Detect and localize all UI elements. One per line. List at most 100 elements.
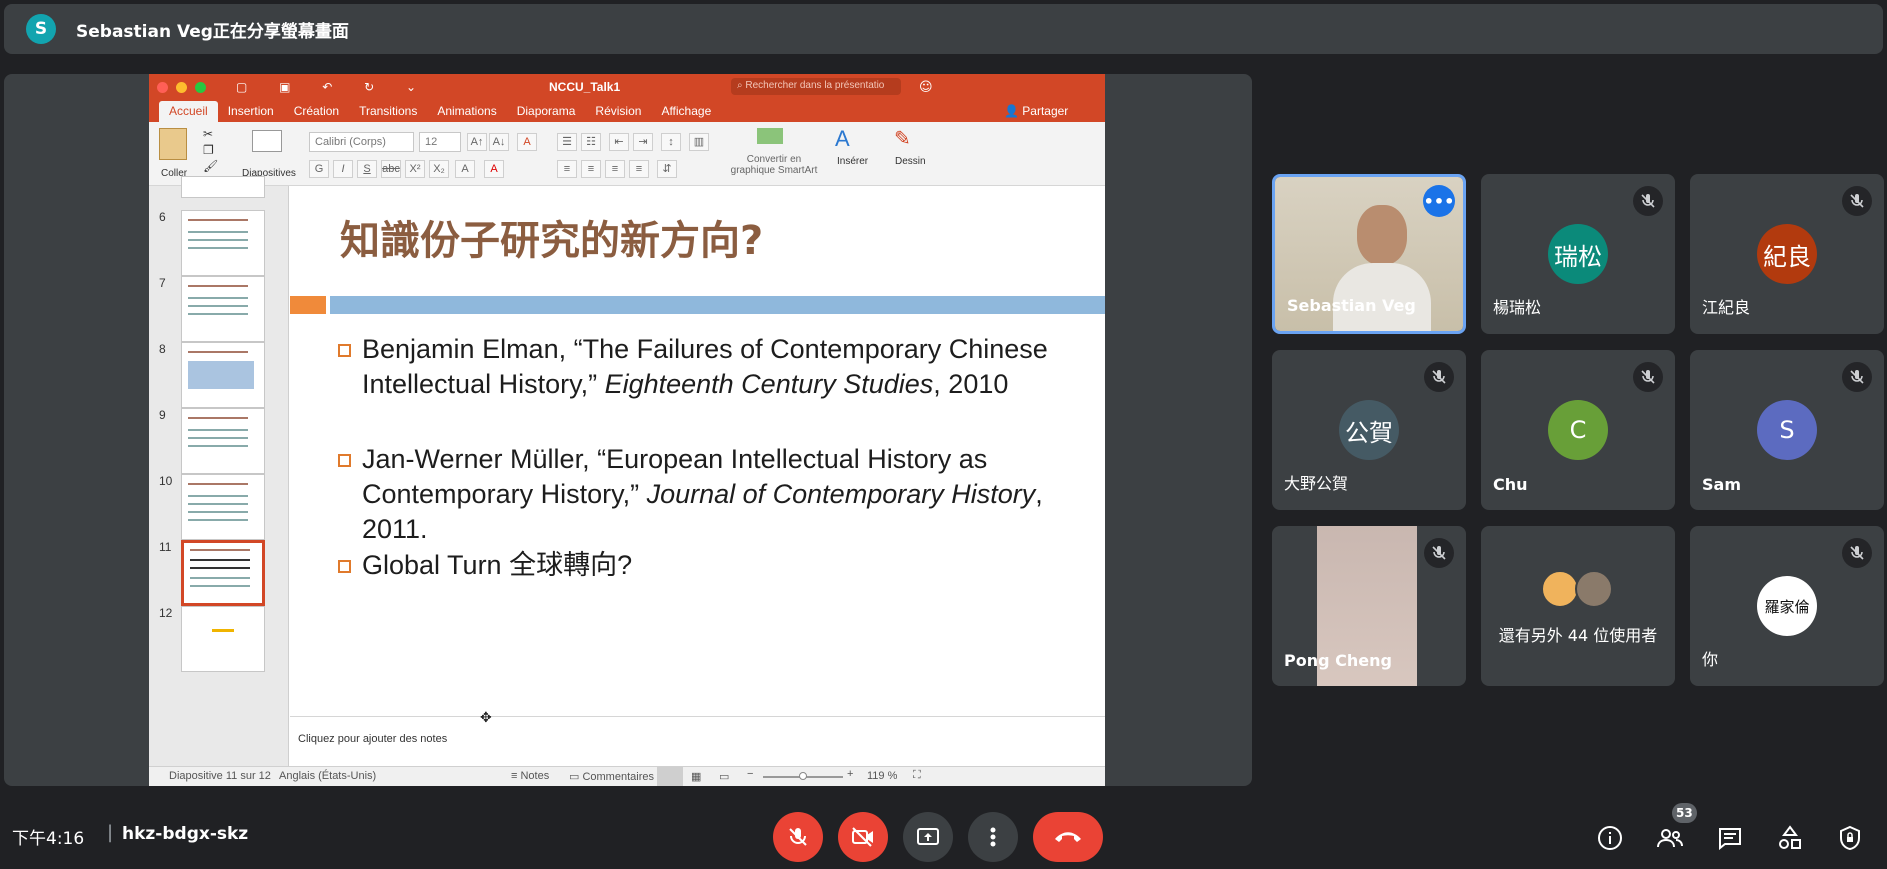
- align-right-icon[interactable]: ≡: [605, 160, 625, 178]
- fit-window-icon[interactable]: ⛶: [913, 769, 921, 782]
- clear-format-icon[interactable]: A: [517, 133, 537, 151]
- draw-pen-icon[interactable]: ✎: [894, 126, 911, 151]
- notes-toggle[interactable]: ≡ Notes: [511, 770, 549, 782]
- zoom-out-icon[interactable]: −: [747, 768, 753, 780]
- slide-thumbnail-6[interactable]: [181, 210, 265, 276]
- participant-tile-pong-cheng[interactable]: Pong Cheng: [1272, 526, 1466, 686]
- more-options-button[interactable]: [968, 812, 1018, 862]
- feedback-smiley-icon[interactable]: ☺: [919, 80, 933, 95]
- normal-view-icon[interactable]: [657, 767, 683, 786]
- present-screen-button[interactable]: [903, 812, 953, 862]
- more-options-icon[interactable]: •••: [1423, 185, 1455, 217]
- font-color-icon[interactable]: A: [484, 160, 504, 178]
- new-slide-icon[interactable]: [252, 130, 282, 152]
- slide-thumbnail-10[interactable]: [181, 474, 265, 540]
- increase-indent-icon[interactable]: ⇥: [633, 133, 653, 151]
- language-indicator[interactable]: Anglais (États-Unis): [279, 770, 376, 782]
- close-window-icon[interactable]: [157, 81, 168, 93]
- font-size-select[interactable]: 12: [419, 132, 461, 152]
- tab-insertion[interactable]: Insertion: [218, 101, 284, 122]
- paste-clipboard-icon[interactable]: [159, 128, 187, 160]
- slide-title-rule: [330, 296, 1105, 314]
- meeting-details-button[interactable]: [1596, 824, 1624, 852]
- comments-toggle[interactable]: ▭ Commentaires: [569, 770, 654, 783]
- mic-off-icon: [1633, 186, 1663, 216]
- slide-thumbnail-5[interactable]: [181, 176, 265, 198]
- notes-pane[interactable]: Cliquez pour ajouter des notes ✥: [290, 709, 1105, 766]
- tab-accueil[interactable]: Accueil: [159, 101, 218, 122]
- host-controls-button[interactable]: [1836, 824, 1864, 852]
- participant-tile[interactable]: C Chu: [1481, 350, 1675, 510]
- mic-toggle-button[interactable]: [773, 812, 823, 862]
- bullet-item: Jan-Werner Müller, “European Intellectua…: [338, 442, 1080, 548]
- numbering-icon[interactable]: ☷: [581, 133, 601, 151]
- slide-thumbnail-12[interactable]: [181, 606, 265, 672]
- slide-thumbnail-8[interactable]: [181, 342, 265, 408]
- shared-screen[interactable]: ▢ ▣ ↶ ↻ ⌄ NCCU_Talk1 ⌕ Rechercher dans l…: [4, 74, 1252, 786]
- participant-tile[interactable]: 紀良 江紀良: [1690, 174, 1884, 334]
- zoom-in-icon[interactable]: +: [847, 768, 853, 780]
- quick-access-icons[interactable]: ▢ ▣ ↶ ↻ ⌄: [236, 80, 430, 94]
- insert-shape-icon[interactable]: A: [835, 126, 850, 152]
- shield-lock-icon: [1840, 825, 1860, 851]
- justify-icon[interactable]: ≡: [629, 160, 649, 178]
- chat-button[interactable]: [1716, 824, 1744, 852]
- slide-thumbnail-7[interactable]: [181, 276, 265, 342]
- cut-copy-format-icons[interactable]: ✂ ❐ 🖌: [203, 126, 218, 174]
- columns-icon[interactable]: ▥: [689, 133, 709, 151]
- participant-name: 江紀良: [1702, 298, 1751, 317]
- tab-animations[interactable]: Animations: [427, 101, 506, 122]
- tab-affichage[interactable]: Affichage: [651, 101, 721, 122]
- reading-view-icon[interactable]: ▭: [719, 770, 729, 783]
- leave-call-button[interactable]: [1033, 812, 1103, 862]
- strike-icon[interactable]: abc: [381, 160, 401, 178]
- underline-icon[interactable]: S: [357, 160, 377, 178]
- camera-toggle-button[interactable]: [838, 812, 888, 862]
- bullet-item: Benjamin Elman, “The Failures of Contemp…: [338, 332, 1080, 442]
- slide-canvas[interactable]: 知識份子研究的新方向? Benjamin Elman, “The Failure…: [290, 186, 1105, 716]
- align-left-icon[interactable]: ≡: [557, 160, 577, 178]
- ppt-titlebar: ▢ ▣ ↶ ↻ ⌄ NCCU_Talk1 ⌕ Rechercher dans l…: [149, 74, 1105, 100]
- ppt-search-input[interactable]: ⌕ Rechercher dans la présentatio: [731, 78, 901, 95]
- participant-avatar: S: [1757, 400, 1817, 460]
- others-tile[interactable]: 還有另外 44 位使用者: [1481, 526, 1675, 686]
- share-button[interactable]: 👤 Partager: [1004, 104, 1068, 118]
- mic-off-icon: [789, 828, 807, 846]
- tab-diaporama[interactable]: Diaporama: [507, 101, 586, 122]
- bold-icon[interactable]: G: [309, 160, 329, 178]
- minimize-window-icon[interactable]: [176, 81, 187, 93]
- tab-transitions[interactable]: Transitions: [349, 101, 427, 122]
- resize-handle-icon[interactable]: ✥: [480, 709, 492, 726]
- self-tile[interactable]: 羅家倫 你: [1690, 526, 1884, 686]
- activities-button[interactable]: [1776, 824, 1804, 852]
- participant-tile[interactable]: 瑞松 楊瑞松: [1481, 174, 1675, 334]
- sorter-view-icon[interactable]: ▦: [691, 770, 701, 783]
- tab-revision[interactable]: Révision: [585, 101, 651, 122]
- shrink-font-icon[interactable]: A↓: [489, 133, 509, 151]
- tab-creation[interactable]: Création: [284, 101, 349, 122]
- ppt-ribbon: Coller ✂ ❐ 🖌 Diapositives Calibri (Corps) …: [149, 122, 1105, 186]
- smartart-icon[interactable]: [757, 128, 783, 144]
- presentation-banner-text: Sebastian Veg正在分享螢幕畫面: [76, 21, 349, 42]
- participant-tile[interactable]: S Sam: [1690, 350, 1884, 510]
- slide-thumbnail-11[interactable]: [181, 540, 265, 606]
- text-effects-icon[interactable]: A: [455, 160, 475, 178]
- superscript-icon[interactable]: X²: [405, 160, 425, 178]
- subscript-icon[interactable]: X₂: [429, 160, 449, 178]
- line-spacing-icon[interactable]: ↕: [661, 133, 681, 151]
- participant-tile[interactable]: 公賀 大野公賀: [1272, 350, 1466, 510]
- decrease-indent-icon[interactable]: ⇤: [609, 133, 629, 151]
- font-family-select[interactable]: Calibri (Corps): [309, 132, 414, 152]
- slide-thumbnail-9[interactable]: [181, 408, 265, 474]
- text-direction-icon[interactable]: ⇵: [657, 160, 677, 178]
- italic-icon[interactable]: I: [333, 160, 353, 178]
- grow-font-icon[interactable]: A↑: [467, 133, 487, 151]
- participant-tile-sebastian[interactable]: ••• Sebastian Veg: [1272, 174, 1466, 334]
- align-center-icon[interactable]: ≡: [581, 160, 601, 178]
- bullets-icon[interactable]: ☰: [557, 133, 577, 151]
- participant-avatar: 瑞松: [1548, 224, 1608, 284]
- mic-off-icon: [1633, 362, 1663, 392]
- maximize-window-icon[interactable]: [195, 81, 206, 93]
- people-button[interactable]: [1656, 824, 1684, 852]
- zoom-slider-handle[interactable]: [799, 772, 807, 780]
